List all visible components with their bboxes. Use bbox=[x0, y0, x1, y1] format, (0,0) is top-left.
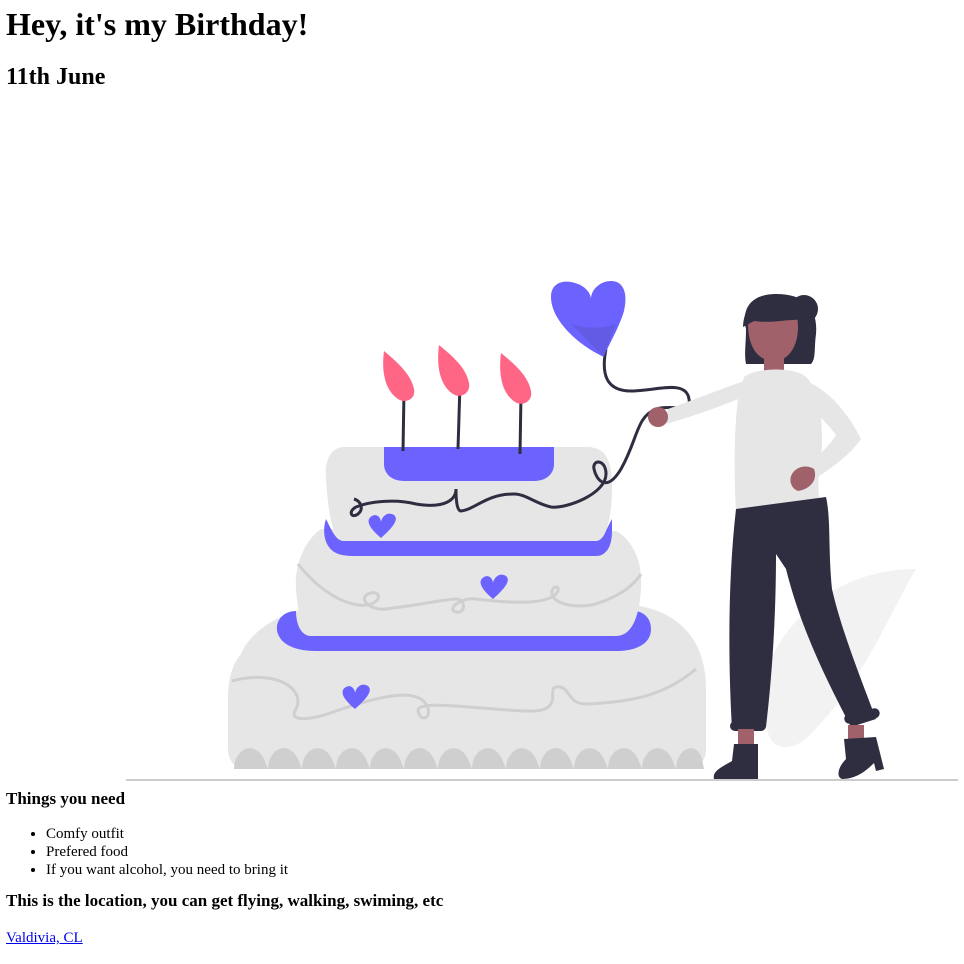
candle-flame-icon bbox=[383, 351, 415, 401]
list-item: Prefered food bbox=[46, 843, 958, 861]
cake-top-frosting bbox=[384, 447, 554, 481]
candle-flame-icon bbox=[438, 345, 470, 396]
location-link[interactable]: Valdivia, CL bbox=[6, 929, 83, 947]
list-item: Comfy outfit bbox=[46, 825, 958, 843]
event-date: 11th June bbox=[6, 64, 106, 90]
page-title: Hey, it's my Birthday! bbox=[6, 6, 309, 42]
candle-flame-icon bbox=[500, 353, 532, 404]
page-content: Hey, it's my Birthday! 11th June Things … bbox=[0, 0, 964, 947]
list-item: If you want alcohol, you need to bring i… bbox=[46, 861, 958, 879]
needs-section-title: Things you need bbox=[6, 789, 126, 808]
birthday-illustration bbox=[126, 281, 958, 781]
location-section-title: This is the location, you can get flying… bbox=[6, 891, 444, 910]
needs-list: Comfy outfit Prefered food If you want a… bbox=[6, 825, 958, 879]
heart-balloon-icon bbox=[551, 281, 626, 357]
